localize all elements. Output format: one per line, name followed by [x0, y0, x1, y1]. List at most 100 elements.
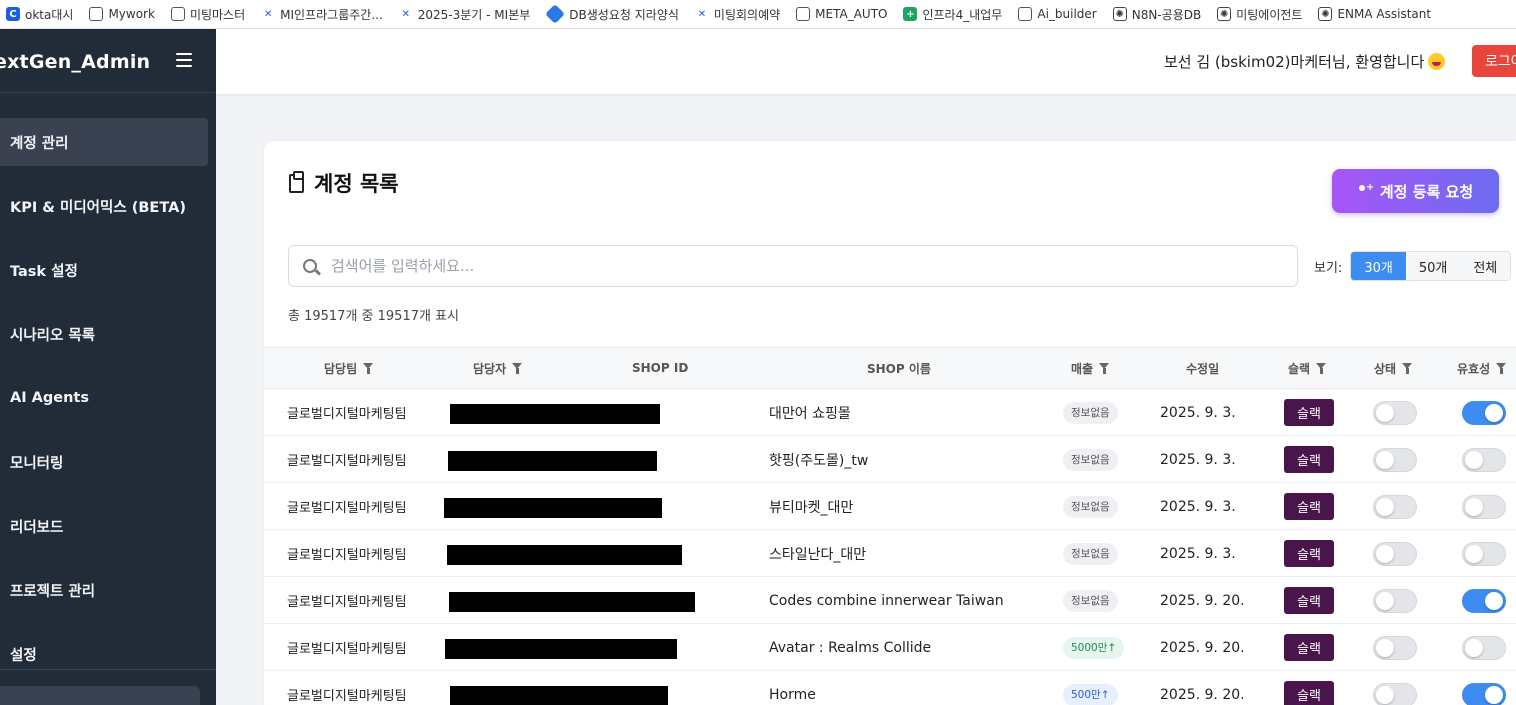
status-toggle[interactable]	[1373, 635, 1417, 660]
slack-button[interactable]: 슬랙	[1284, 493, 1334, 520]
filter-icon[interactable]	[1099, 362, 1110, 374]
table-row[interactable]: 글로벌디지털마케팅팀 Codes combine innerwear Taiwan…	[264, 577, 1516, 624]
table-row[interactable]: 글로벌디지털마케팅팀 뷰티마켓_대만 정보없음 2025. 9. 3. 슬랙	[264, 483, 1516, 530]
validity-toggle[interactable]	[1462, 635, 1506, 660]
validity-toggle[interactable]	[1462, 494, 1506, 519]
shop-name-cell[interactable]: Codes combine innerwear Taiwan	[769, 577, 1004, 624]
bookmark-item[interactable]: ✺ 미팅에이전트	[1217, 6, 1302, 23]
sidebar-item[interactable]: 리더보드	[0, 502, 208, 550]
status-toggle[interactable]	[1373, 541, 1417, 566]
search-icon	[303, 259, 317, 273]
column-header-manager[interactable]: 담당자	[473, 348, 523, 388]
bookmark-item[interactable]: ✺ N8N-공용DB	[1112, 6, 1201, 23]
sidebar-item[interactable]: 계정 관리	[0, 118, 208, 166]
column-header-validity[interactable]: 유효성	[1457, 348, 1507, 388]
validity-toggle[interactable]	[1462, 682, 1506, 705]
filter-icon[interactable]	[512, 362, 523, 374]
status-toggle[interactable]	[1373, 682, 1417, 705]
top-header: 보선 김 (bskim02)마케터님, 환영합니다 로그아웃	[216, 29, 1516, 94]
status-toggle[interactable]	[1373, 400, 1417, 425]
column-header-shop-id[interactable]: SHOP ID	[632, 348, 688, 388]
sidebar-item[interactable]: AI Agents	[0, 374, 208, 422]
confluence-icon: ✕	[697, 8, 707, 20]
bookmark-item[interactable]: ✕ 2025-3분기 - MI본부	[399, 6, 531, 23]
updated-date-cell: 2025. 9. 20.	[1160, 592, 1245, 609]
slack-button[interactable]: 슬랙	[1284, 681, 1334, 705]
grin-emoji-icon	[1428, 53, 1446, 70]
bookmark-item[interactable]: Mywork	[89, 7, 155, 21]
column-header-status[interactable]: 상태	[1374, 348, 1413, 388]
column-header-updated[interactable]: 수정일	[1186, 348, 1219, 388]
bookmark-label: 미팅마스터	[189, 7, 246, 22]
bookmark-item[interactable]: ✕ MI인프라그룹주간...	[261, 6, 383, 23]
bookmark-item[interactable]: ✕ 미팅회의예약	[695, 6, 780, 23]
sidebar-item[interactable]: 모니터링	[0, 438, 208, 486]
search-input[interactable]	[331, 257, 1231, 275]
menu-toggle-icon[interactable]	[176, 53, 192, 67]
column-header-sales[interactable]: 매출	[1071, 348, 1110, 388]
bookmark-item[interactable]: Cokta대시	[6, 6, 73, 23]
folder-icon	[1018, 7, 1033, 21]
shop-name-cell[interactable]: 스타일난다_대만	[769, 530, 866, 577]
slack-button[interactable]: 슬랙	[1284, 540, 1334, 567]
sidebar-item[interactable]: 시나리오 목록	[0, 310, 208, 358]
bookmark-label: Ai_builder	[1037, 7, 1097, 21]
bookmark-item[interactable]: META_AUTO	[796, 7, 887, 21]
column-header-shop-name[interactable]: SHOP 이름	[867, 348, 931, 388]
filter-icon[interactable]	[1402, 362, 1413, 374]
openai-icon: ✺	[1112, 7, 1127, 21]
bookmark-item[interactable]: DB생성요청 지라양식	[545, 4, 679, 24]
table-row[interactable]: 글로벌디지털마케팅팀 Horme 500만↑ 2025. 9. 20. 슬랙	[264, 671, 1516, 705]
status-toggle[interactable]	[1373, 494, 1417, 519]
account-request-button[interactable]: 계정 등록 요청	[1332, 169, 1499, 213]
updated-date-cell: 2025. 9. 20.	[1160, 686, 1245, 703]
table-row[interactable]: 글로벌디지털마케팅팀 스타일난다_대만 정보없음 2025. 9. 3. 슬랙	[264, 530, 1516, 577]
updated-date-cell: 2025. 9. 3.	[1160, 404, 1236, 421]
slack-button[interactable]: 슬랙	[1284, 446, 1334, 473]
shop-name-cell[interactable]: 핫핑(주도몰)_tw	[769, 436, 868, 483]
filter-icon[interactable]	[1316, 362, 1327, 374]
slack-button[interactable]: 슬랙	[1284, 587, 1334, 614]
team-cell: 글로벌디지털마케팅팀	[287, 595, 407, 610]
logout-button[interactable]: 로그아웃	[1472, 45, 1516, 77]
validity-toggle[interactable]	[1462, 400, 1506, 425]
filter-icon[interactable]	[363, 362, 374, 374]
sidebar-item[interactable]: Task 설정	[0, 246, 208, 294]
page-size-option[interactable]: 전체	[1460, 252, 1511, 280]
redacted-block	[445, 639, 677, 659]
clipboard-icon	[289, 170, 304, 193]
shop-name-cell[interactable]: 뷰티마켓_대만	[769, 483, 853, 530]
bookmark-item[interactable]: + 인프라4_내업무	[903, 6, 1002, 23]
page-size-option[interactable]: 30개	[1351, 252, 1406, 280]
table-row[interactable]: 글로벌디지털마케팅팀 대만어 쇼핑몰 정보없음 2025. 9. 3. 슬랙	[264, 389, 1516, 436]
validity-cell	[1462, 671, 1506, 705]
updated-date-cell: 2025. 9. 3.	[1160, 498, 1236, 515]
column-header-team[interactable]: 담당팀	[324, 348, 374, 388]
validity-toggle[interactable]	[1462, 588, 1506, 613]
status-cell	[1373, 436, 1417, 483]
account-request-label: 계정 등록 요청	[1379, 182, 1474, 201]
validity-toggle[interactable]	[1462, 541, 1506, 566]
shop-name-cell[interactable]: Avatar : Realms Collide	[769, 624, 931, 671]
sidebar-item[interactable]: KPI & 미디어믹스 (BETA)	[0, 182, 208, 230]
bookmark-item[interactable]: Ai_builder	[1018, 7, 1097, 21]
filter-icon[interactable]	[1496, 362, 1507, 374]
table-row[interactable]: 글로벌디지털마케팅팀 Avatar : Realms Collide 5000만↑ 2…	[264, 624, 1516, 671]
validity-toggle[interactable]	[1462, 447, 1506, 472]
bookmark-item[interactable]: ✺ ENMA Assistant	[1318, 7, 1431, 21]
slack-button[interactable]: 슬랙	[1284, 634, 1334, 661]
shop-name-cell[interactable]: Horme	[769, 671, 816, 705]
sidebar-footer-button[interactable]	[0, 686, 200, 705]
slack-cell: 슬랙	[1284, 389, 1334, 436]
page-size-option[interactable]: 50개	[1405, 252, 1461, 280]
status-toggle[interactable]	[1373, 588, 1417, 613]
globe-icon	[170, 7, 185, 21]
bookmark-item[interactable]: 미팅마스터	[170, 6, 246, 23]
sidebar-item[interactable]: 프로젝트 관리	[0, 566, 208, 614]
slack-button[interactable]: 슬랙	[1284, 399, 1334, 426]
shop-name-cell[interactable]: 대만어 쇼핑몰	[769, 389, 851, 436]
status-toggle[interactable]	[1373, 447, 1417, 472]
table-row[interactable]: 글로벌디지털마케팅팀 핫핑(주도몰)_tw 정보없음 2025. 9. 3. 슬랙	[264, 436, 1516, 483]
bookmark-label: DB생성요청 지라양식	[569, 7, 679, 22]
column-header-slack[interactable]: 슬랙	[1288, 348, 1327, 388]
